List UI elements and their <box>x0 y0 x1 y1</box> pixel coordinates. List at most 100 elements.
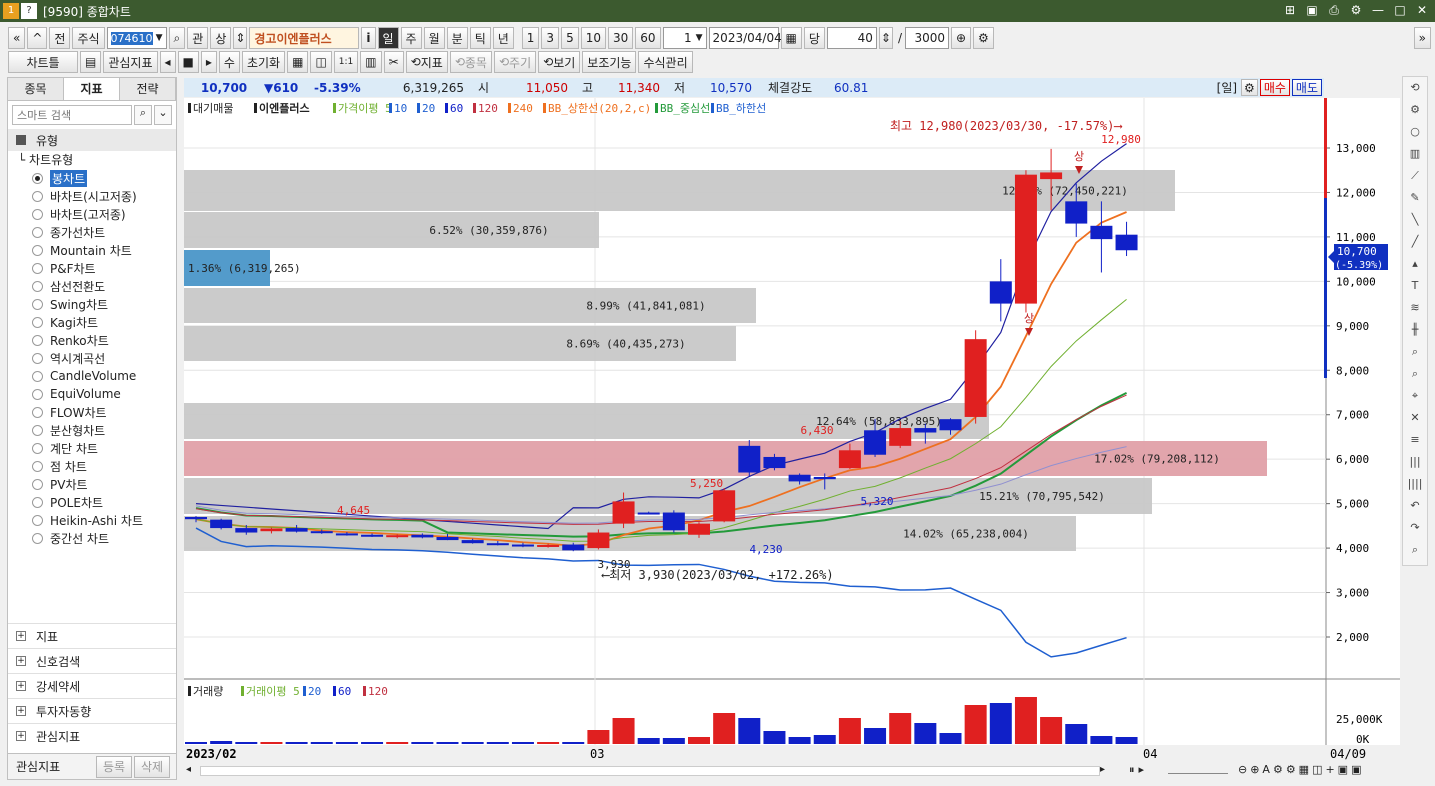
chart-type-item[interactable]: P&F차트 <box>8 259 176 277</box>
line-icon[interactable]: ╱ <box>1403 231 1427 253</box>
group-item[interactable]: + 신호검색 <box>8 648 176 673</box>
radio-icon[interactable] <box>32 532 43 544</box>
layout-icon[interactable]: ⊞ <box>1283 3 1297 18</box>
chart-type-item[interactable]: FLOW차트 <box>8 403 176 421</box>
candle-icon[interactable]: ▥ <box>360 51 382 73</box>
formula-button[interactable]: 수식관리 <box>638 51 693 73</box>
text-icon[interactable]: T <box>1403 275 1427 297</box>
fav-indicator-button[interactable]: 관심지표 <box>103 51 158 73</box>
trendline-icon[interactable]: ⟋ <box>1403 165 1427 187</box>
period-0-button[interactable]: 일 <box>377 27 399 49</box>
search-button[interactable]: ⌕ <box>168 27 186 49</box>
stop-icon[interactable]: ■ <box>177 51 199 73</box>
settings-icon[interactable]: ⚙ <box>1349 3 1363 18</box>
radio-icon[interactable] <box>32 496 43 508</box>
view-button[interactable]: ⟲ 보기 <box>538 51 581 73</box>
group-item[interactable]: + 지표 <box>8 623 176 648</box>
period-2-button[interactable]: 월 <box>423 27 445 49</box>
info-button[interactable]: i <box>361 27 376 49</box>
group-item[interactable]: + 관심지표 <box>8 723 176 748</box>
tab-0[interactable]: 종목 <box>8 78 64 100</box>
chart-type-item[interactable]: Swing차트 <box>8 295 176 313</box>
interval-30-button[interactable]: 30 <box>607 27 634 49</box>
tab-1[interactable]: 지표 <box>64 78 120 100</box>
radio-icon[interactable] <box>32 406 43 418</box>
play-icon[interactable]: ▸ <box>200 51 217 73</box>
group-item[interactable]: + 투자자동향 <box>8 698 176 723</box>
one-to-one-button[interactable]: 1:1 <box>333 51 359 73</box>
interval-60-button[interactable]: 60 <box>635 27 661 49</box>
date-input[interactable]: 2023/04/04 <box>708 27 782 49</box>
chart-type-item[interactable]: 종가선차트 <box>8 223 176 241</box>
count-stepper[interactable]: ⇕ <box>878 27 893 49</box>
delete-button[interactable]: 삭제 <box>134 755 170 778</box>
interval-10-button[interactable]: 10 <box>580 27 606 49</box>
radio-icon[interactable] <box>32 460 43 472</box>
chart-type-item[interactable]: 역시계곡선 <box>8 349 176 367</box>
calendar-icon[interactable]: ▦ <box>780 27 802 49</box>
tree-root[interactable]: └ 차트유형 <box>8 151 176 169</box>
period-3-button[interactable]: 분 <box>446 27 468 49</box>
radio-icon[interactable] <box>32 172 43 184</box>
chart-gear-icon[interactable]: ⚙ <box>1241 79 1258 96</box>
search-icon[interactable]: ⌕ <box>1403 539 1427 561</box>
save-icon[interactable]: ▣ <box>1305 3 1319 18</box>
zoom-in-icon[interactable]: ⊕ <box>950 27 972 49</box>
help-icon[interactable]: ? <box>21 3 37 19</box>
bars2-icon[interactable]: |||| <box>1403 473 1427 495</box>
equals-icon[interactable]: ≡ <box>1403 429 1427 451</box>
radio-icon[interactable] <box>32 424 43 436</box>
register-button[interactable]: 등록 <box>96 755 132 778</box>
reset-button[interactable]: 초기화 <box>241 51 286 73</box>
pencil-icon[interactable]: ✎ <box>1403 187 1427 209</box>
zoom-controls-icon[interactable]: ⊖⊕A⚙⚙▦◫+▣▣ <box>1238 763 1364 776</box>
chart-type-item[interactable]: 점 차트 <box>8 457 176 475</box>
playback-icons[interactable]: ⏸▸ <box>1129 763 1148 777</box>
chart-type-item[interactable]: Kagi차트 <box>8 313 176 331</box>
radio-icon[interactable] <box>32 334 43 346</box>
price-chart-svg[interactable]: 13,000 12,000 11,000 10,000 9,000 8,000 7,000 6… <box>184 98 1400 763</box>
radio-icon[interactable] <box>32 298 43 310</box>
stock-name-field[interactable]: 경고이엔플러스 <box>249 27 360 49</box>
chart-type-item[interactable]: Mountain 차트 <box>8 241 176 259</box>
interval-1-button[interactable]: 1 <box>521 27 540 49</box>
zoom-icon[interactable]: ⌕ <box>1403 341 1427 363</box>
sang-button[interactable]: 상 <box>210 27 232 49</box>
dang-button[interactable]: 당 <box>803 27 825 49</box>
market-button[interactable]: 주식 <box>72 27 105 49</box>
group-item[interactable]: + 강세약세 <box>8 673 176 698</box>
prev-stock-button[interactable]: 전 <box>49 27 71 49</box>
close-icon[interactable]: ✕ <box>1415 3 1429 18</box>
interval-5-button[interactable]: 5 <box>561 27 579 49</box>
interval-select[interactable]: 1 ▼ <box>662 27 707 49</box>
expand-right-icon[interactable]: » <box>1413 27 1431 49</box>
radio-icon[interactable] <box>32 280 43 292</box>
jongmok-button[interactable]: ⟲ 종목 <box>449 51 492 73</box>
period-5-button[interactable]: 년 <box>492 27 514 49</box>
period-4-button[interactable]: 틱 <box>469 27 491 49</box>
minimize-icon[interactable]: — <box>1371 3 1385 18</box>
radio-icon[interactable] <box>32 262 43 274</box>
chevron-down-icon[interactable]: ⌄ <box>154 105 172 125</box>
sell-button[interactable]: 매도 <box>1291 79 1322 96</box>
chart-type-item[interactable]: 바차트(시고저종) <box>8 187 176 205</box>
radio-icon[interactable] <box>32 316 43 328</box>
radio-icon[interactable] <box>32 388 43 400</box>
cross-icon[interactable]: ✕ <box>1403 407 1427 429</box>
aux-button[interactable]: 보조기능 <box>582 51 637 73</box>
count-input[interactable]: 40 <box>826 27 877 49</box>
search-input[interactable] <box>12 105 132 125</box>
radio-icon[interactable] <box>32 226 43 238</box>
chart-type-item[interactable]: Renko차트 <box>8 331 176 349</box>
period-1-button[interactable]: 주 <box>400 27 422 49</box>
maximize-icon[interactable]: □ <box>1393 3 1407 18</box>
radio-icon[interactable] <box>32 478 43 490</box>
settings-icon[interactable]: ⚙ <box>1403 99 1427 121</box>
chart-type-item[interactable]: EquiVolume <box>8 385 176 403</box>
chart-type-item[interactable]: 중간선 차트 <box>8 529 176 547</box>
zoom-out-icon[interactable]: ⌕ <box>1403 363 1427 385</box>
search-icon[interactable]: ⌕ <box>134 105 152 125</box>
split-icon[interactable]: ◫ <box>310 51 332 73</box>
tab-2[interactable]: 전략 <box>120 78 176 100</box>
scroll-left-icon[interactable]: ◂ <box>186 764 191 775</box>
